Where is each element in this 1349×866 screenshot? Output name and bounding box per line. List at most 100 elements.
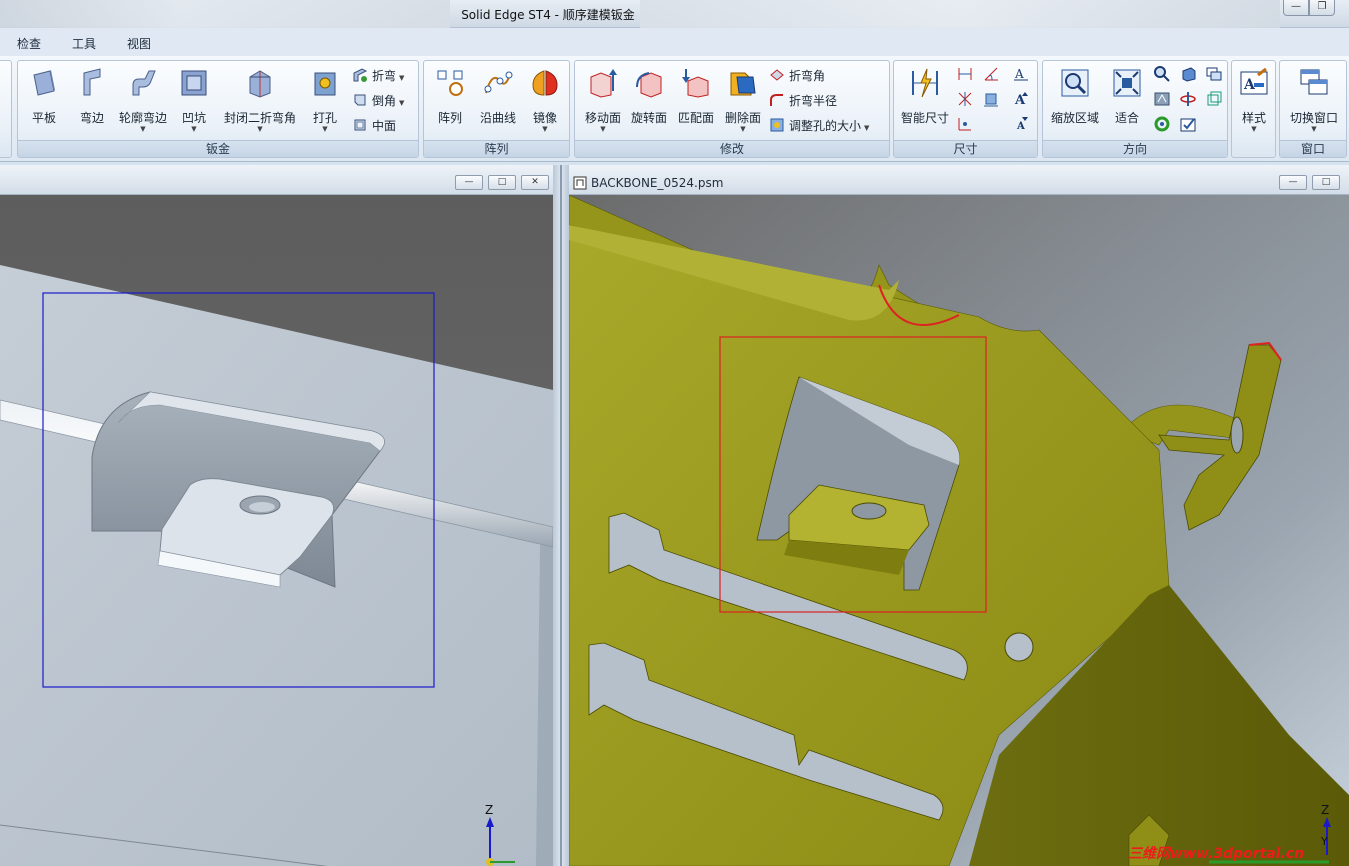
- ribbon-group-sheetmetal: 平板 弯边 轮廓弯边 ▼ 凹坑 ▼ 封闭二折弯角 ▼ 打孔 ▼ 折弯 ▼ 倒角 …: [17, 60, 419, 158]
- dimple-icon: [181, 70, 207, 96]
- chamfer-icon: [354, 94, 366, 106]
- watermark-text: 三维网www.3dportal.cn: [1128, 846, 1305, 862]
- ribbon: 平板 弯边 轮廓弯边 ▼ 凹坑 ▼ 封闭二折弯角 ▼ 打孔 ▼ 折弯 ▼ 倒角 …: [0, 56, 1349, 162]
- ribbon-group-style: A 样式 ▼: [1231, 60, 1276, 158]
- bend-radius-icon: [770, 94, 783, 106]
- rotate-view-icon[interactable]: [1179, 90, 1197, 108]
- ribbon-group-orient: 缩放区域 适合 方向: [1042, 60, 1228, 158]
- doc-left-minimize-button[interactable]: —: [455, 175, 483, 190]
- document-window-left: — □ ✕ Z: [0, 165, 553, 866]
- doc-right-maximize-button[interactable]: □: [1312, 175, 1340, 190]
- match-face-button[interactable]: 匹配面: [673, 63, 719, 135]
- svg-text:A: A: [1016, 121, 1025, 132]
- group-label-modify: 修改: [575, 140, 889, 157]
- restore-button[interactable]: ❐: [1309, 0, 1335, 16]
- chamfer-button[interactable]: 倒角 ▼: [352, 90, 416, 110]
- distance-between-icon[interactable]: [956, 65, 974, 83]
- angular-coordinate-icon[interactable]: [956, 115, 974, 133]
- smart-dimension-button[interactable]: 智能尺寸: [896, 63, 954, 135]
- resize-hole-button[interactable]: 调整孔的大小 ▼: [769, 115, 887, 135]
- round-hole-right[interactable]: [1004, 632, 1034, 662]
- tab-feature-icon: [33, 70, 55, 96]
- switch-window-button[interactable]: 切换窗口 ▼: [1282, 63, 1346, 135]
- group-label-pattern: 阵列: [424, 140, 569, 157]
- angle-between-icon[interactable]: [982, 65, 1000, 83]
- fit-icon: [1113, 69, 1141, 97]
- zoom-icon[interactable]: [1153, 65, 1171, 83]
- pattern-button[interactable]: 阵列: [428, 63, 472, 135]
- ribbon-group-window: 切换窗口 ▼ 窗口: [1279, 60, 1347, 158]
- doc-left-maximize-button[interactable]: □: [488, 175, 516, 190]
- symmetric-diameter-icon[interactable]: [956, 90, 974, 108]
- document-titlebar-left: — □ ✕: [0, 165, 553, 195]
- curve-pattern-icon: [484, 71, 513, 94]
- midface-button[interactable]: 中面: [352, 115, 416, 135]
- delete-face-button[interactable]: 删除面 ▼: [721, 63, 765, 135]
- bend-button[interactable]: 折弯 ▼: [352, 65, 416, 85]
- bend-icon: [353, 68, 368, 82]
- text-style-a-underline-icon[interactable]: A: [1012, 65, 1030, 83]
- contour-flange-button[interactable]: 轮廓弯边 ▼: [114, 63, 172, 135]
- rotate-face-icon: [636, 72, 662, 98]
- wireframe-cube-icon[interactable]: [1205, 90, 1223, 108]
- menu-view[interactable]: 视图: [127, 35, 151, 52]
- move-face-icon: [590, 69, 617, 98]
- resize-hole-icon: [770, 118, 784, 132]
- ribbon-group-pattern: 阵列 沿曲线 镜像 ▼ 阵列: [423, 60, 570, 158]
- window-splitter[interactable]: [553, 165, 569, 866]
- minimize-button[interactable]: —: [1283, 0, 1309, 16]
- model-view-right[interactable]: Z Y: [569, 195, 1349, 866]
- dimple-button[interactable]: 凹坑 ▼: [174, 63, 214, 135]
- flange-icon: [83, 68, 101, 96]
- ribbon-group-cutoff: [0, 60, 12, 158]
- match-face-icon: [682, 69, 709, 98]
- group-label-dimension: 尺寸: [894, 140, 1037, 157]
- title-bar: Solid Edge ST4 - 顺序建模钣金 — ❐: [0, 0, 1349, 28]
- pan-icon[interactable]: [1153, 90, 1171, 108]
- menu-inspect[interactable]: 检查: [17, 35, 41, 52]
- punch-hole-button[interactable]: 打孔 ▼: [306, 63, 344, 135]
- right-tab-hole[interactable]: [1230, 416, 1244, 454]
- model-view-left[interactable]: Z: [0, 195, 553, 866]
- coordinate-dimension-icon[interactable]: [982, 90, 1000, 108]
- menu-bar: 检查 工具 视图: [0, 28, 1349, 56]
- rotate-face-button[interactable]: 旋转面: [627, 63, 671, 135]
- fit-button[interactable]: 适合: [1107, 63, 1147, 135]
- group-label-window: 窗口: [1280, 140, 1346, 157]
- mirror-button[interactable]: 镜像 ▼: [524, 63, 566, 135]
- text-grow-a-icon[interactable]: A: [1012, 90, 1030, 108]
- bend-angle-icon: [770, 69, 784, 81]
- close-2-bend-corner-button[interactable]: 封闭二折弯角 ▼: [220, 63, 300, 135]
- pattern-along-curve-button[interactable]: 沿曲线: [474, 63, 522, 135]
- delete-face-icon: [730, 72, 756, 96]
- move-face-button[interactable]: 移动面 ▼: [579, 63, 627, 135]
- viewport-right[interactable]: Z Y: [569, 195, 1349, 866]
- flange-button[interactable]: 弯边: [72, 63, 112, 135]
- menu-tools[interactable]: 工具: [72, 35, 96, 52]
- zoom-area-icon: [1061, 69, 1089, 97]
- view-cube-icon[interactable]: [1179, 65, 1197, 83]
- style-icon: A: [1240, 67, 1268, 95]
- ribbon-group-modify: 移动面 ▼ 旋转面 匹配面 删除面 ▼ 折弯角 折弯半径 调整孔的大小 ▼ 修改: [574, 60, 890, 158]
- spin-about-icon[interactable]: [1153, 115, 1171, 133]
- psm-file-icon: [573, 176, 587, 190]
- bend-radius-button[interactable]: 折弯半径: [769, 90, 887, 110]
- named-views-icon[interactable]: [1179, 115, 1197, 133]
- group-label-orient: 方向: [1043, 140, 1227, 157]
- doc-left-close-button[interactable]: ✕: [521, 175, 549, 190]
- hole-icon: [314, 72, 336, 96]
- tab-button-button[interactable]: 平板: [24, 63, 64, 135]
- zoom-area-button[interactable]: 缩放区域: [1045, 63, 1105, 135]
- bend-angle-button[interactable]: 折弯角: [769, 65, 887, 85]
- text-shrink-a-icon[interactable]: A: [1012, 115, 1030, 133]
- viewport-left[interactable]: Z: [0, 195, 553, 866]
- sketch-view-icon[interactable]: [1205, 65, 1223, 83]
- ribbon-group-dimension: 智能尺寸 A A A 尺寸: [893, 60, 1038, 158]
- group-label-sheetmetal: 钣金: [18, 140, 418, 157]
- style-button[interactable]: A 样式 ▼: [1234, 63, 1274, 135]
- doc-right-minimize-button[interactable]: —: [1279, 175, 1307, 190]
- triad-z-label-left: Z: [485, 803, 493, 817]
- window-tab-hole[interactable]: [851, 502, 887, 520]
- midface-icon: [354, 119, 366, 131]
- bend-corner-icon: [249, 70, 271, 98]
